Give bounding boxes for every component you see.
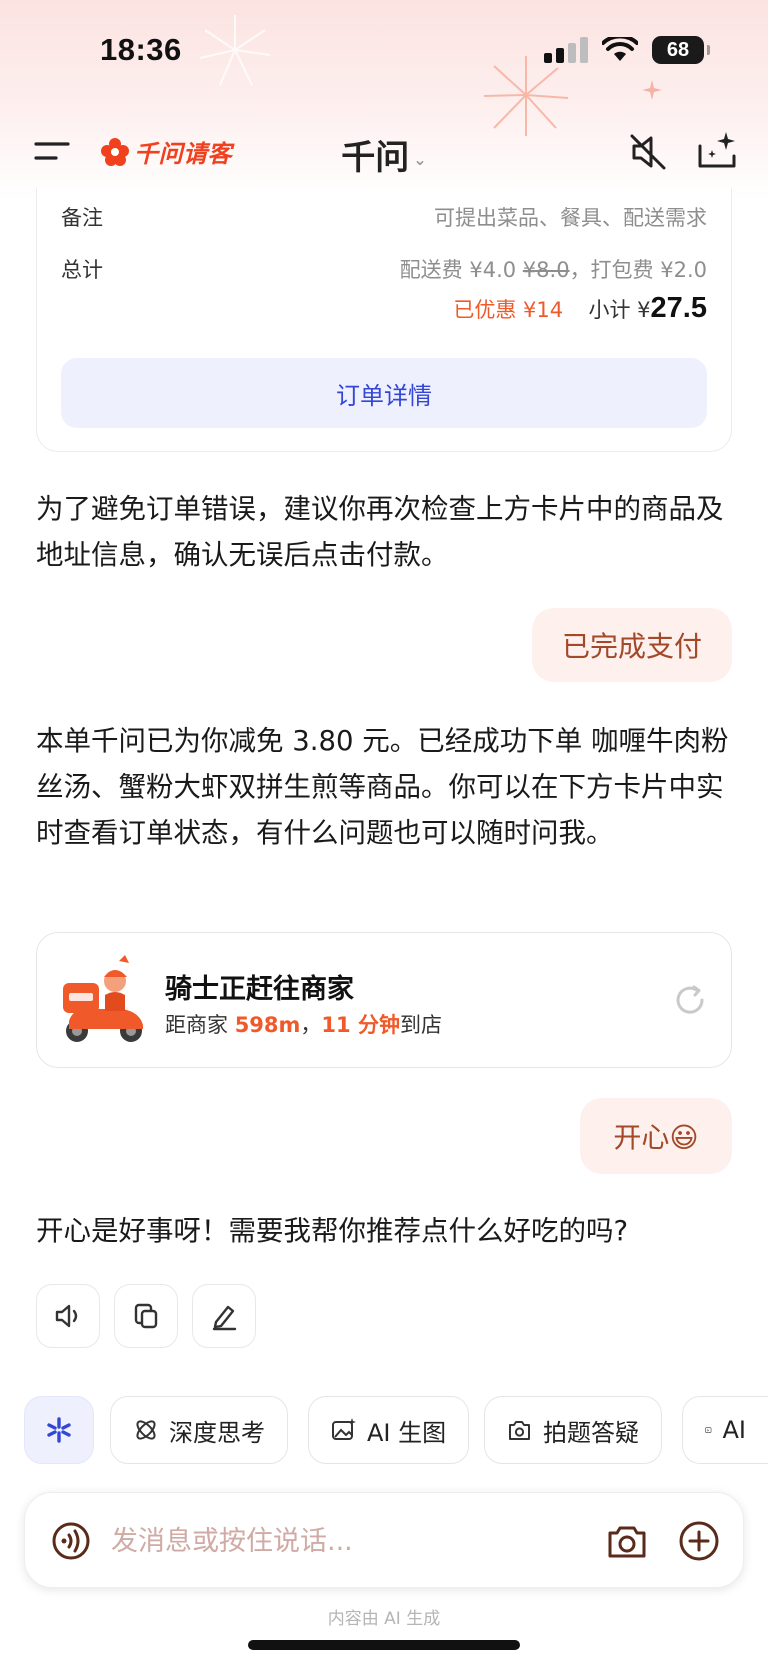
copy-icon	[134, 1303, 158, 1329]
separator: ，	[300, 1013, 322, 1037]
assistant-message: 本单千问已为你减免 3.80 元。已经成功下单 咖喱牛肉粉丝汤、蟹粉大虾双拼生煎…	[36, 725, 729, 849]
user-message-bubble: 已完成支付	[532, 608, 732, 682]
total-label: 总计	[61, 258, 103, 282]
rider-scooter-illustration	[63, 955, 143, 1042]
ai-image-label: AI 生图	[367, 1418, 447, 1447]
asterisk-sparkle-icon	[47, 1417, 71, 1443]
subtotal-label: 小计 ¥	[588, 298, 651, 322]
cellular-signal-icon	[544, 37, 588, 63]
rider-status-title: 骑士正赶往商家	[165, 974, 354, 1005]
eta-value: 11 分钟	[321, 1013, 400, 1037]
ai-disclaimer: 内容由 AI 生成	[327, 1609, 441, 1629]
distance-prefix: 距商家	[165, 1013, 235, 1037]
remark-label: 备注	[61, 206, 103, 230]
plus-icon[interactable]	[677, 1519, 721, 1563]
ai-image-chip[interactable]: AI 生图	[308, 1396, 470, 1464]
pencil-icon	[212, 1305, 237, 1331]
deep-think-label: 深度思考	[169, 1418, 265, 1447]
speaker-muted-icon[interactable]	[626, 130, 670, 174]
camera-icon[interactable]	[605, 1519, 649, 1563]
ai-tool-icon	[705, 1427, 712, 1433]
fee-breakdown: 配送费 ¥4.0 ¥8.0，打包费 ¥2.0	[400, 254, 707, 284]
subtotal-value: 27.5	[650, 292, 707, 324]
message-input[interactable]	[111, 1517, 531, 1565]
status-bar: 18:36 68	[0, 0, 768, 104]
delivery-fee: 配送费 ¥4.0	[399, 258, 517, 282]
packing-fee: ，打包费 ¥2.0	[569, 258, 707, 282]
discount-amount: 已优惠 ¥14	[453, 298, 564, 322]
order-summary-card: 备注 可提出菜品、餐具、配送需求 总计 配送费 ¥4.0 ¥8.0，打包费 ¥2…	[36, 188, 732, 452]
image-sparkle-icon	[332, 1418, 356, 1440]
wifi-icon	[602, 37, 638, 61]
message-input-bar	[24, 1492, 744, 1588]
refresh-icon[interactable]	[673, 983, 707, 1017]
subtotal-row: 已优惠 ¥14 小计 ¥27.5	[453, 292, 707, 325]
distance-value: 598m	[234, 1013, 301, 1037]
chevron-down-icon: ⌄	[413, 150, 427, 169]
page-title: 千问	[341, 138, 410, 178]
delivery-status-card[interactable]: 骑士正赶往商家 距商家 598m，11 分钟到店	[36, 932, 732, 1068]
battery-indicator: 68	[652, 36, 710, 64]
atom-icon	[136, 1420, 156, 1440]
assistant-message: 为了避免订单错误，建议你再次检查上方卡片中的商品及地址信息，确认无误后点击付款。	[36, 493, 724, 571]
remark-value[interactable]: 可提出菜品、餐具、配送需求	[434, 202, 707, 232]
read-aloud-button[interactable]	[36, 1284, 100, 1348]
copy-button[interactable]	[114, 1284, 178, 1348]
ai-more-label: AI	[722, 1416, 747, 1444]
speaker-icon	[55, 1304, 78, 1328]
voice-input-icon[interactable]	[51, 1521, 91, 1561]
order-details-button[interactable]: 订单详情	[61, 358, 707, 428]
new-chat-sparkle-icon[interactable]	[696, 128, 740, 172]
top-navigation: 千问请客 千问 ⌄	[0, 118, 768, 190]
home-indicator[interactable]	[248, 1640, 520, 1650]
photo-qa-chip[interactable]: 拍题答疑	[484, 1396, 662, 1464]
rider-status-subtitle: 距商家 598m，11 分钟到店	[165, 1009, 442, 1039]
user-message-bubble: 开心😃	[580, 1098, 732, 1174]
assistant-message: 开心是好事呀！需要我帮你推荐点什么好吃的吗?	[36, 1215, 629, 1247]
delivery-fee-original: ¥8.0	[522, 258, 570, 282]
ai-more-chip[interactable]: AI	[682, 1396, 768, 1464]
edit-button[interactable]	[192, 1284, 256, 1348]
status-icons: 68	[544, 36, 710, 64]
eta-suffix: 到店	[399, 1013, 442, 1037]
camera-sparkle-icon	[509, 1421, 530, 1440]
photo-qa-label: 拍题答疑	[543, 1418, 639, 1447]
assistant-mode-chip[interactable]	[24, 1396, 94, 1464]
deep-think-chip[interactable]: 深度思考	[110, 1396, 288, 1464]
status-time: 18:36	[100, 32, 182, 67]
